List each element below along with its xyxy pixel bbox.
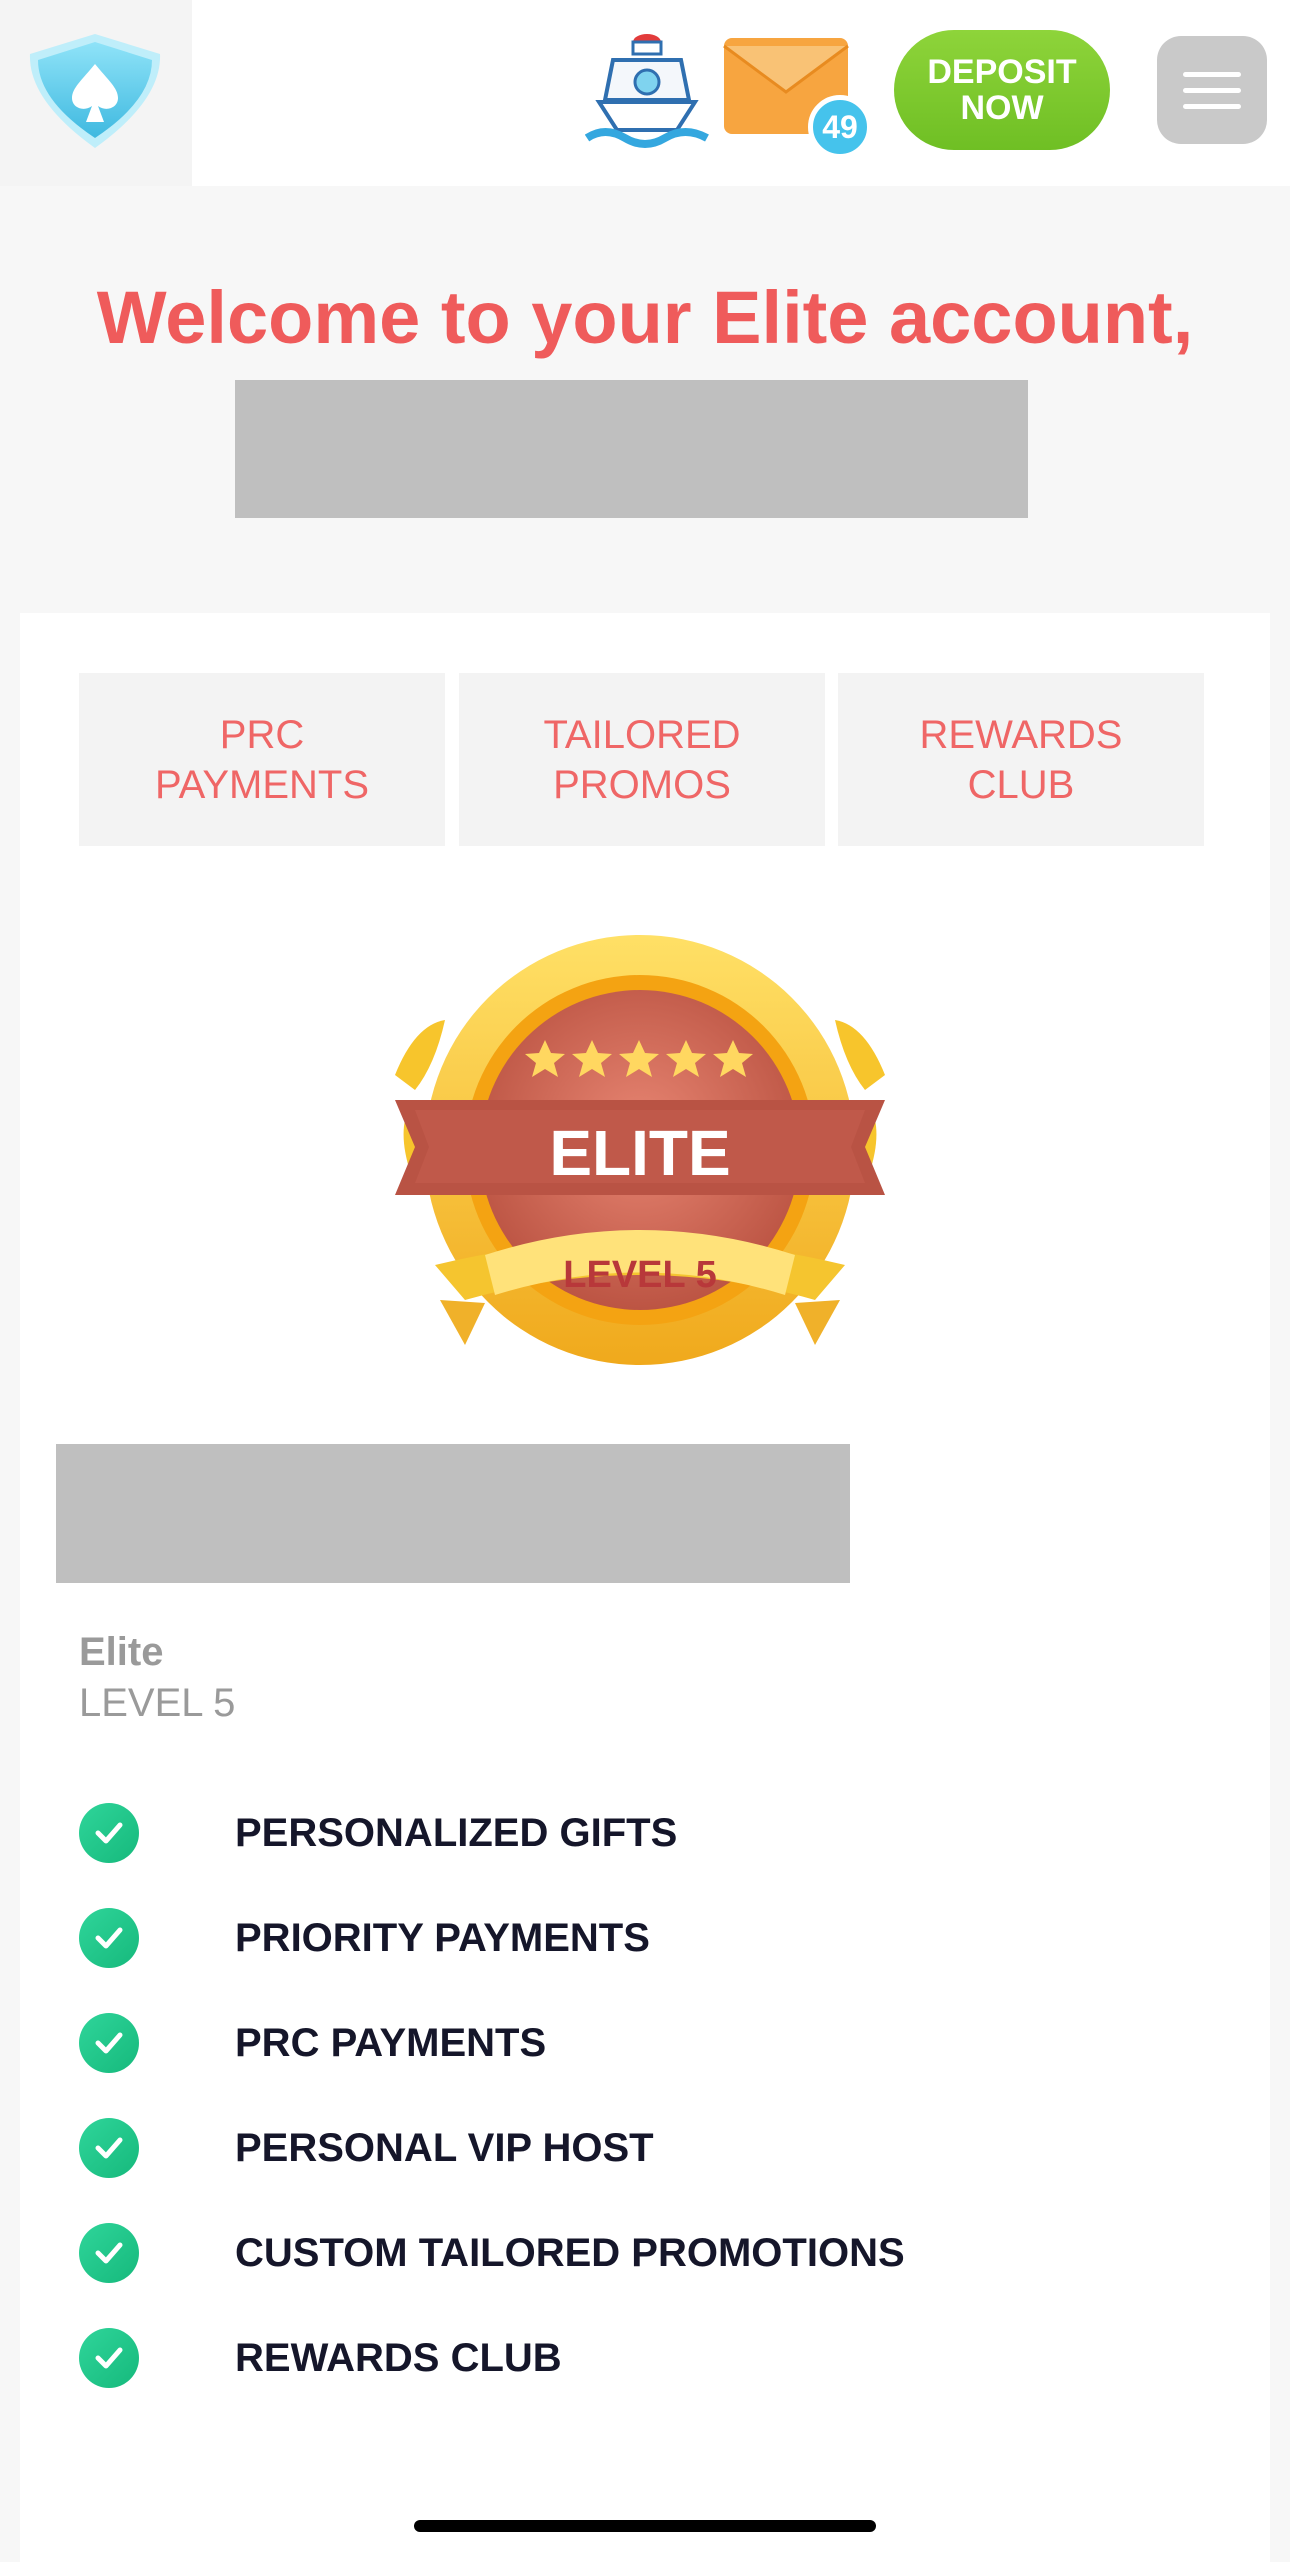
benefit-label: PRC PAYMENTS xyxy=(235,2021,547,2065)
menu-icon-line-1 xyxy=(1183,72,1241,77)
tab-label: PRC PAYMENTS xyxy=(154,712,370,807)
tab-rewards-club[interactable]: REWARDS CLUB xyxy=(838,673,1204,846)
list-item: PRIORITY PAYMENTS xyxy=(79,1908,1079,2013)
welcome-title: Welcome to your Elite account, xyxy=(96,276,1194,359)
benefits-list: PERSONALIZED GIFTS PRIORITY PAYMENTS PRC… xyxy=(79,1803,1079,2433)
benefit-label: REWARDS CLUB xyxy=(235,2336,562,2380)
check-icon xyxy=(79,2223,139,2283)
list-item: PERSONALIZED GIFTS xyxy=(79,1803,1079,1908)
tier-level: LEVEL 5 xyxy=(79,1681,236,1725)
deposit-now-label: DEPOSIT NOW xyxy=(927,53,1077,127)
check-icon xyxy=(79,1908,139,1968)
spade-shield-logo-icon[interactable] xyxy=(22,30,168,152)
list-item: CUSTOM TAILORED PROMOTIONS xyxy=(79,2223,1079,2328)
badge-level: LEVEL 5 xyxy=(563,1254,716,1296)
benefit-label: PERSONAL VIP HOST xyxy=(235,2126,654,2170)
tab-label: REWARDS CLUB xyxy=(919,712,1123,807)
elite-level-badge-icon: ELITE LEVEL 5 xyxy=(395,935,885,1365)
menu-button[interactable] xyxy=(1157,36,1267,144)
tab-prc-payments[interactable]: PRC PAYMENTS xyxy=(79,673,445,846)
list-item: PRC PAYMENTS xyxy=(79,2013,1079,2118)
benefit-label: PERSONALIZED GIFTS xyxy=(235,1811,678,1855)
redacted-username xyxy=(235,380,1028,518)
benefit-label: PRIORITY PAYMENTS xyxy=(235,1916,650,1960)
check-icon xyxy=(79,1803,139,1863)
check-icon xyxy=(79,2013,139,2073)
menu-icon-line-2 xyxy=(1183,88,1241,93)
deposit-now-button[interactable]: DEPOSIT NOW xyxy=(894,30,1110,150)
benefit-label: CUSTOM TAILORED PROMOTIONS xyxy=(235,2231,905,2275)
menu-icon-line-3 xyxy=(1183,104,1241,109)
home-indicator[interactable] xyxy=(414,2520,876,2532)
ship-icon[interactable] xyxy=(585,30,710,152)
mail-count-badge[interactable]: 49 xyxy=(808,95,872,159)
check-icon xyxy=(79,2328,139,2388)
check-icon xyxy=(79,2118,139,2178)
badge-title: ELITE xyxy=(549,1117,730,1189)
top-bar: 49 DEPOSIT NOW xyxy=(0,0,1290,186)
list-item: REWARDS CLUB xyxy=(79,2328,1079,2433)
logo-tile[interactable] xyxy=(0,0,192,186)
tab-label: TAILORED PROMOS xyxy=(543,712,741,807)
redacted-info xyxy=(56,1444,850,1583)
tab-tailored-promos[interactable]: TAILORED PROMOS xyxy=(459,673,825,846)
tier-name: Elite xyxy=(79,1630,164,1674)
list-item: PERSONAL VIP HOST xyxy=(79,2118,1079,2223)
